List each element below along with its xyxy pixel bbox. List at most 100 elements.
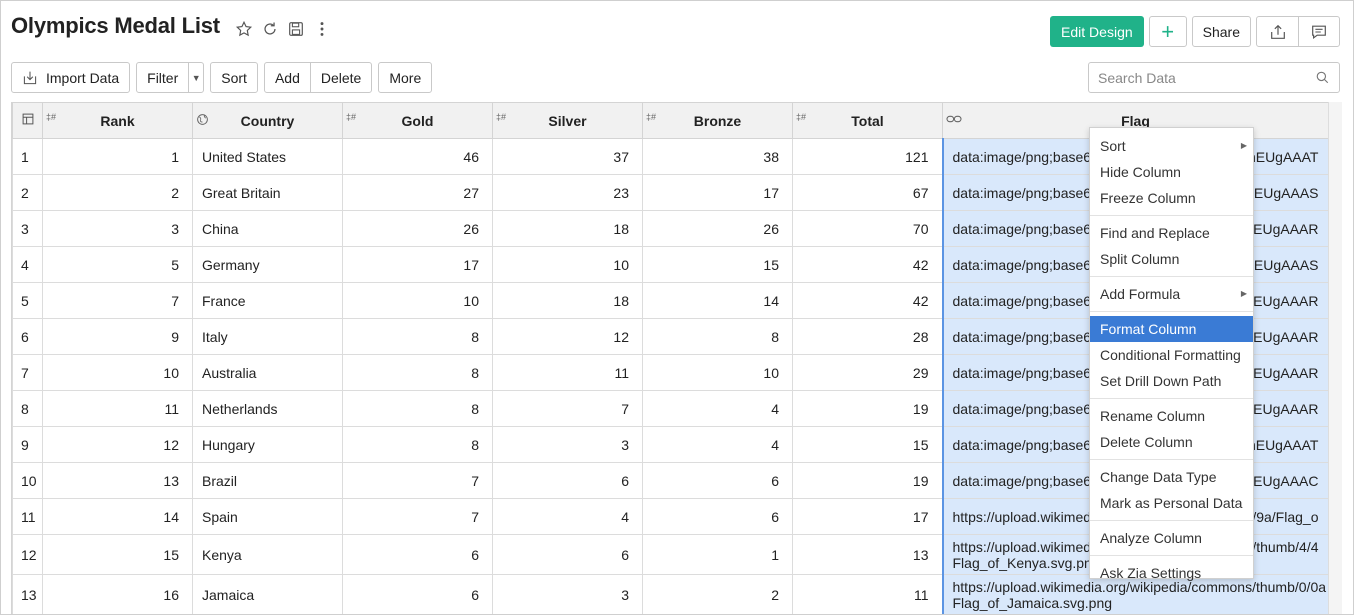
row-number-cell[interactable]: 4 xyxy=(12,246,43,283)
gold-cell[interactable]: 27 xyxy=(342,174,493,211)
row-number-cell[interactable]: 11 xyxy=(12,498,43,535)
total-cell[interactable]: 67 xyxy=(792,174,943,211)
silver-cell[interactable]: 11 xyxy=(492,354,643,391)
total-cell[interactable]: 42 xyxy=(792,246,943,283)
menu-item-analyze-column[interactable]: Analyze Column xyxy=(1090,525,1253,551)
column-header-silver[interactable]: ‡# Silver xyxy=(492,102,643,139)
rank-cell[interactable]: 5 xyxy=(42,246,193,283)
menu-item-split-column[interactable]: Split Column xyxy=(1090,246,1253,272)
silver-cell[interactable]: 37 xyxy=(492,138,643,175)
total-cell[interactable]: 15 xyxy=(792,426,943,463)
bronze-cell[interactable]: 14 xyxy=(642,282,793,319)
menu-item-hide-column[interactable]: Hide Column xyxy=(1090,159,1253,185)
menu-item-set-drill-down-path[interactable]: Set Drill Down Path xyxy=(1090,368,1253,394)
share-button[interactable]: Share xyxy=(1191,16,1251,47)
menu-item-change-data-type[interactable]: Change Data Type xyxy=(1090,464,1253,490)
bronze-cell[interactable]: 38 xyxy=(642,138,793,175)
gold-cell[interactable]: 46 xyxy=(342,138,493,175)
silver-cell[interactable]: 3 xyxy=(492,426,643,463)
row-number-cell[interactable]: 13 xyxy=(12,574,43,614)
menu-item-delete-column[interactable]: Delete Column xyxy=(1090,429,1253,455)
menu-item-find-and-replace[interactable]: Find and Replace xyxy=(1090,220,1253,246)
country-cell[interactable]: Italy xyxy=(192,318,343,355)
more-button[interactable]: More xyxy=(378,62,433,93)
total-cell[interactable]: 19 xyxy=(792,390,943,427)
rank-cell[interactable]: 16 xyxy=(42,574,193,614)
bronze-cell[interactable]: 10 xyxy=(642,354,793,391)
gold-cell[interactable]: 8 xyxy=(342,318,493,355)
more-vertical-icon[interactable] xyxy=(313,19,331,39)
menu-item-conditional-formatting[interactable]: Conditional Formatting xyxy=(1090,342,1253,368)
filter-dropdown-icon[interactable]: ▼ xyxy=(188,63,203,92)
country-cell[interactable]: Great Britain xyxy=(192,174,343,211)
gold-cell[interactable]: 8 xyxy=(342,390,493,427)
rank-cell[interactable]: 12 xyxy=(42,426,193,463)
row-number-cell[interactable]: 5 xyxy=(12,282,43,319)
silver-cell[interactable]: 6 xyxy=(492,534,643,575)
rank-cell[interactable]: 11 xyxy=(42,390,193,427)
bronze-cell[interactable]: 26 xyxy=(642,210,793,247)
refresh-icon[interactable] xyxy=(261,19,279,39)
bronze-cell[interactable]: 2 xyxy=(642,574,793,614)
country-cell[interactable]: Jamaica xyxy=(192,574,343,614)
bronze-cell[interactable]: 1 xyxy=(642,534,793,575)
sort-button[interactable]: Sort xyxy=(210,62,258,93)
row-number-cell[interactable]: 8 xyxy=(12,390,43,427)
rank-cell[interactable]: 14 xyxy=(42,498,193,535)
silver-cell[interactable]: 10 xyxy=(492,246,643,283)
bronze-cell[interactable]: 4 xyxy=(642,426,793,463)
menu-item-sort[interactable]: Sort ▶ xyxy=(1090,133,1253,159)
country-cell[interactable]: Netherlands xyxy=(192,390,343,427)
row-number-cell[interactable]: 7 xyxy=(12,354,43,391)
silver-cell[interactable]: 18 xyxy=(492,282,643,319)
silver-cell[interactable]: 6 xyxy=(492,462,643,499)
rank-cell[interactable]: 1 xyxy=(42,138,193,175)
search-input[interactable] xyxy=(1098,69,1315,86)
silver-cell[interactable]: 23 xyxy=(492,174,643,211)
gold-cell[interactable]: 8 xyxy=(342,426,493,463)
bronze-cell[interactable]: 4 xyxy=(642,390,793,427)
row-number-cell[interactable]: 10 xyxy=(12,462,43,499)
save-icon[interactable] xyxy=(287,19,305,39)
menu-item-mark-as-personal-data[interactable]: Mark as Personal Data xyxy=(1090,490,1253,516)
country-cell[interactable]: Hungary xyxy=(192,426,343,463)
column-header-bronze[interactable]: ‡# Bronze xyxy=(642,102,793,139)
gold-cell[interactable]: 17 xyxy=(342,246,493,283)
silver-cell[interactable]: 3 xyxy=(492,574,643,614)
rank-cell[interactable]: 10 xyxy=(42,354,193,391)
menu-item-freeze-column[interactable]: Freeze Column xyxy=(1090,185,1253,211)
menu-item-add-formula[interactable]: Add Formula ▶ xyxy=(1090,281,1253,307)
column-header-total[interactable]: ‡# Total xyxy=(792,102,943,139)
add-row-button[interactable]: Add xyxy=(265,63,310,92)
rank-cell[interactable]: 7 xyxy=(42,282,193,319)
add-button[interactable]: + xyxy=(1148,16,1187,47)
total-cell[interactable]: 11 xyxy=(792,574,943,614)
column-header-gold[interactable]: ‡# Gold xyxy=(342,102,493,139)
gold-cell[interactable]: 6 xyxy=(342,574,493,614)
bronze-cell[interactable]: 17 xyxy=(642,174,793,211)
table-corner[interactable] xyxy=(12,102,43,139)
menu-item-format-column[interactable]: Format Column xyxy=(1090,316,1253,342)
rank-cell[interactable]: 13 xyxy=(42,462,193,499)
country-cell[interactable]: China xyxy=(192,210,343,247)
rank-cell[interactable]: 9 xyxy=(42,318,193,355)
country-cell[interactable]: Germany xyxy=(192,246,343,283)
total-cell[interactable]: 19 xyxy=(792,462,943,499)
comment-icon[interactable] xyxy=(1298,17,1339,46)
gold-cell[interactable]: 26 xyxy=(342,210,493,247)
menu-item-ask-zia-settings[interactable]: Ask Zia Settings xyxy=(1090,560,1253,586)
gold-cell[interactable]: 6 xyxy=(342,534,493,575)
bronze-cell[interactable]: 8 xyxy=(642,318,793,355)
row-number-cell[interactable]: 12 xyxy=(12,534,43,575)
country-cell[interactable]: Kenya xyxy=(192,534,343,575)
gold-cell[interactable]: 7 xyxy=(342,462,493,499)
country-cell[interactable]: Brazil xyxy=(192,462,343,499)
rank-cell[interactable]: 15 xyxy=(42,534,193,575)
total-cell[interactable]: 13 xyxy=(792,534,943,575)
bronze-cell[interactable]: 15 xyxy=(642,246,793,283)
silver-cell[interactable]: 18 xyxy=(492,210,643,247)
country-cell[interactable]: France xyxy=(192,282,343,319)
export-icon[interactable] xyxy=(1257,17,1298,46)
filter-button[interactable]: Filter xyxy=(137,63,188,92)
gold-cell[interactable]: 7 xyxy=(342,498,493,535)
